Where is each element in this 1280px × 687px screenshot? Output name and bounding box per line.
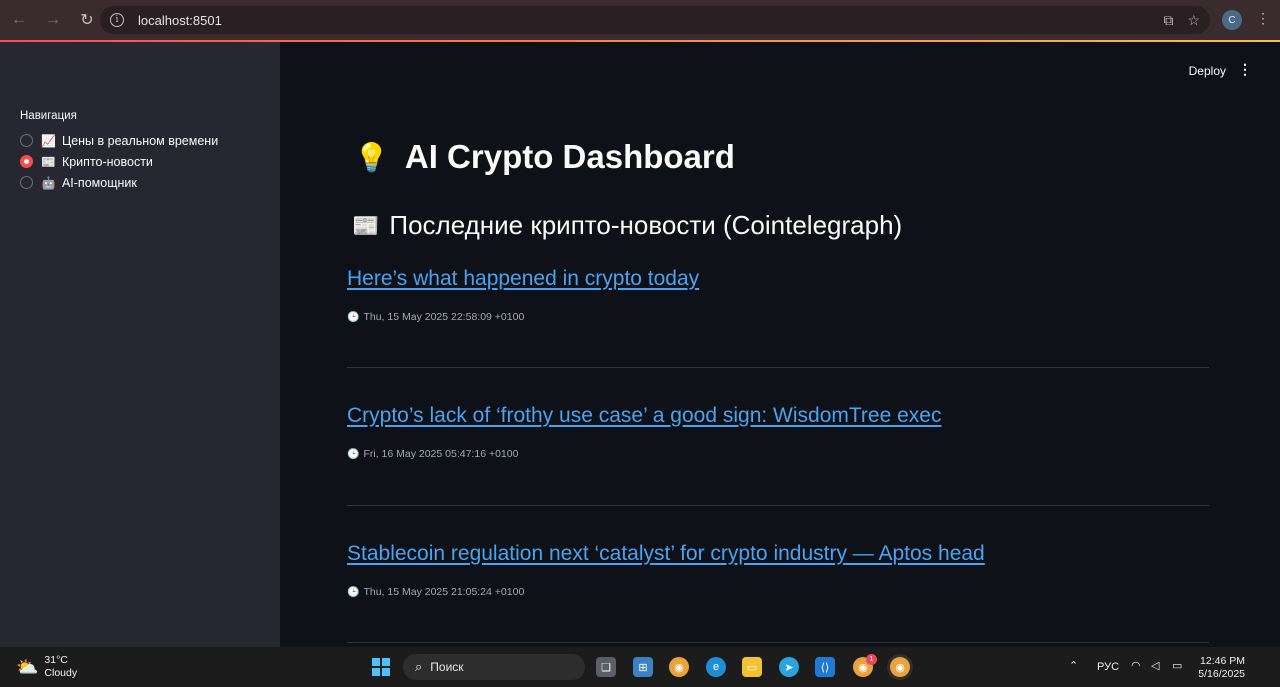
bookmark-star-icon[interactable]: ☆ [1187, 12, 1200, 29]
sidebar-item-label: Крипто-новости [61, 154, 153, 169]
newspaper-icon: 📰 [41, 154, 56, 169]
news-link[interactable]: Here’s what happened in crypto today [347, 267, 699, 290]
main-content: Deploy ⋮ 💡 AI Crypto Dashboard 📰 Последн… [280, 42, 1280, 647]
file-explorer-icon[interactable]: ▭ [742, 657, 762, 677]
weather-desc: Cloudy [44, 667, 78, 679]
search-icon: ⌕ [415, 659, 423, 674]
forward-icon[interactable]: → [38, 5, 68, 35]
store-icon[interactable]: ⊞ [633, 657, 653, 677]
page-title: 💡 AI Crypto Dashboard [354, 138, 735, 176]
translate-icon[interactable]: ⧉ [1163, 12, 1173, 29]
taskbar: ⛅ 31°C Cloudy ⌕ Поиск ❏ ⊞ ◉ e ▭ ➤ ⟨⟩ ◉ 1… [0, 647, 1280, 687]
section-heading: 📰 Последние крипто-новости (Cointelegrap… [352, 210, 902, 241]
clock-icon: 🕒 [347, 448, 360, 460]
robot-icon: 🤖 [41, 175, 56, 190]
reload-icon[interactable]: ↻ [72, 5, 102, 35]
lightbulb-icon: 💡 [354, 141, 389, 173]
newspaper-icon: 📰 [352, 212, 380, 238]
news-date-text: Fri, 16 May 2025 05:47:16 +0100 [363, 448, 519, 460]
divider [347, 642, 1209, 643]
radio-button[interactable] [20, 134, 33, 147]
clock-date: 5/16/2025 [1198, 668, 1245, 680]
radio-button[interactable] [20, 176, 33, 189]
chrome-active-icon[interactable]: ◉ [890, 657, 910, 677]
clock-icon: 🕒 [347, 311, 360, 323]
weather-temp: 31°C [44, 654, 68, 666]
sidebar-item-label: AI-помощник [61, 175, 137, 190]
wifi-icon[interactable]: ◠ [1131, 659, 1141, 672]
sidebar-item-prices[interactable]: 📈 Цены в реальном времени [20, 130, 260, 151]
page-title-text: AI Crypto Dashboard [404, 138, 735, 175]
search-label: Поиск [430, 660, 464, 674]
browser-toolbar: ← → ↻ i localhost:8501 ⧉ ☆ C ⋮ [0, 0, 1280, 40]
weather-widget[interactable]: ⛅ 31°C Cloudy [16, 654, 77, 680]
telegram-icon[interactable]: ➤ [779, 657, 799, 677]
cloud-icon: ⛅ [16, 656, 39, 677]
battery-icon[interactable]: ▭ [1172, 659, 1182, 672]
sidebar: Навигация 📈 Цены в реальном времени 📰 Кр… [0, 42, 280, 647]
sidebar-item-label: Цены в реальном времени [61, 133, 219, 148]
news-date: 🕒 Thu, 15 May 2025 21:05:24 +0100 [347, 586, 1209, 598]
language-indicator[interactable]: РУС [1097, 661, 1119, 673]
news-date: 🕒 Thu, 15 May 2025 22:58:09 +0100 [347, 311, 1209, 323]
news-date: 🕒 Fri, 16 May 2025 05:47:16 +0100 [347, 448, 1209, 460]
vscode-icon[interactable]: ⟨⟩ [815, 657, 835, 677]
url-text[interactable]: localhost:8501 [138, 13, 222, 28]
news-link[interactable]: Crypto’s lack of ‘frothy use case’ a goo… [347, 404, 941, 427]
volume-icon[interactable]: ◁ [1151, 659, 1159, 672]
sidebar-item-assistant[interactable]: 🤖 AI-помощник [20, 172, 260, 193]
news-link[interactable]: Stablecoin regulation next ‘catalyst’ fo… [347, 542, 985, 565]
chrome-icon[interactable]: ◉ [669, 657, 689, 677]
news-item: Here’s what happened in crypto today 🕒 T… [347, 267, 1209, 323]
sidebar-title: Навигация [20, 110, 77, 122]
edge-icon[interactable]: e [706, 657, 726, 677]
back-icon[interactable]: ← [4, 5, 34, 35]
system-clock[interactable]: 12:46 PM 5/16/2025 [1198, 655, 1245, 681]
browser-menu-icon[interactable]: ⋮ [1256, 10, 1270, 27]
clock-time: 12:46 PM [1200, 655, 1245, 667]
section-heading-text: Последние крипто-новости (Cointelegraph) [389, 210, 903, 240]
chevron-up-icon[interactable]: ⌃ [1069, 659, 1078, 672]
news-item: Stablecoin regulation next ‘catalyst’ fo… [347, 542, 1209, 598]
app-menu-icon[interactable]: ⋮ [1238, 61, 1252, 78]
radio-button-selected[interactable] [20, 155, 33, 168]
task-view-icon[interactable]: ❏ [596, 657, 616, 677]
start-button[interactable] [372, 658, 390, 676]
sidebar-item-news[interactable]: 📰 Крипто-новости [20, 151, 260, 172]
divider [347, 367, 1209, 368]
news-item: Crypto’s lack of ‘frothy use case’ a goo… [347, 404, 1209, 460]
taskbar-search[interactable]: ⌕ Поиск [403, 654, 585, 680]
news-date-text: Thu, 15 May 2025 21:05:24 +0100 [363, 586, 525, 598]
address-bar[interactable]: i localhost:8501 ⧉ ☆ [100, 6, 1210, 34]
chart-icon: 📈 [41, 133, 56, 148]
clock-icon: 🕒 [347, 586, 360, 598]
deploy-button[interactable]: Deploy [1189, 64, 1226, 78]
notification-badge: 1 [866, 654, 877, 665]
divider [347, 505, 1209, 506]
news-date-text: Thu, 15 May 2025 22:58:09 +0100 [363, 311, 525, 323]
site-info-icon[interactable]: i [110, 13, 124, 27]
profile-avatar[interactable]: C [1222, 10, 1242, 30]
